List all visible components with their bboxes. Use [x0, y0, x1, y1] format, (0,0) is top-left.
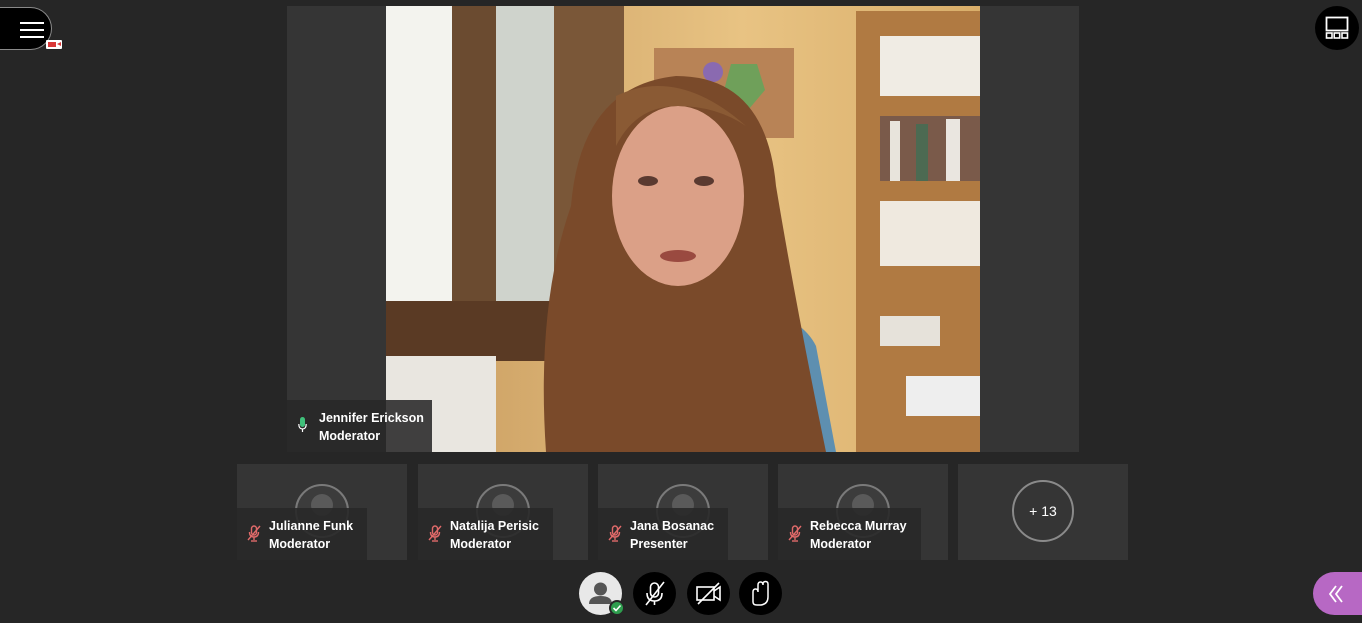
- camera-active-icon: [46, 40, 62, 49]
- speaker-role: Moderator: [319, 429, 381, 443]
- video-toggle-button[interactable]: [687, 572, 730, 615]
- open-panel-button[interactable]: [1313, 572, 1362, 615]
- participant-role: Moderator: [810, 537, 872, 551]
- mic-muted-icon: [247, 525, 261, 542]
- status-ok-icon: [609, 600, 625, 616]
- layout-toggle-button[interactable]: [1315, 6, 1359, 50]
- participant-name: Julianne Funk: [269, 519, 354, 533]
- speaker-name: Jennifer Erickson: [319, 411, 424, 425]
- mic-muted-icon: [428, 525, 442, 542]
- hamburger-icon: [20, 22, 44, 43]
- speaker-name-tag: Jennifer Erickson Moderator: [287, 400, 432, 452]
- participant-tile[interactable]: Julianne Funk Moderator: [237, 464, 407, 560]
- double-chevron-left-icon: [1328, 585, 1343, 603]
- more-participants-tile[interactable]: + 13: [958, 464, 1128, 560]
- participant-tile[interactable]: Natalija Perisic Moderator: [418, 464, 588, 560]
- mic-muted-icon: [788, 525, 802, 542]
- participant-role: Presenter: [630, 537, 688, 551]
- mic-muted-icon: [608, 525, 622, 542]
- participant-label: Natalija Perisic Moderator: [418, 508, 553, 560]
- more-participants-count: + 13: [1012, 480, 1074, 542]
- camera-off-icon: [696, 582, 721, 605]
- mic-on-icon: [298, 417, 307, 432]
- layout-icon: [1325, 16, 1349, 39]
- participant-label: Julianne Funk Moderator: [237, 508, 368, 560]
- participant-tile[interactable]: Jana Bosanac Presenter: [598, 464, 768, 560]
- session-menu-button[interactable]: [0, 7, 62, 50]
- participant-role: Moderator: [269, 537, 331, 551]
- participant-name: Jana Bosanac: [630, 519, 715, 533]
- participant-label: Rebecca Murray Moderator: [778, 508, 921, 560]
- my-status-button[interactable]: [579, 572, 625, 616]
- main-stage: Jennifer Erickson Moderator: [287, 6, 1079, 452]
- participant-label: Jana Bosanac Presenter: [598, 508, 729, 560]
- participant-name: Natalija Perisic: [450, 519, 539, 533]
- participant-role: Moderator: [450, 537, 512, 551]
- raise-hand-icon: [752, 580, 769, 606]
- speaker-video: [386, 6, 980, 452]
- participant-tile[interactable]: Rebecca Murray Moderator: [778, 464, 948, 560]
- mic-muted-icon: [645, 581, 665, 606]
- participant-name: Rebecca Murray: [810, 519, 907, 533]
- raise-hand-button[interactable]: [739, 572, 782, 615]
- audio-toggle-button[interactable]: [633, 572, 676, 615]
